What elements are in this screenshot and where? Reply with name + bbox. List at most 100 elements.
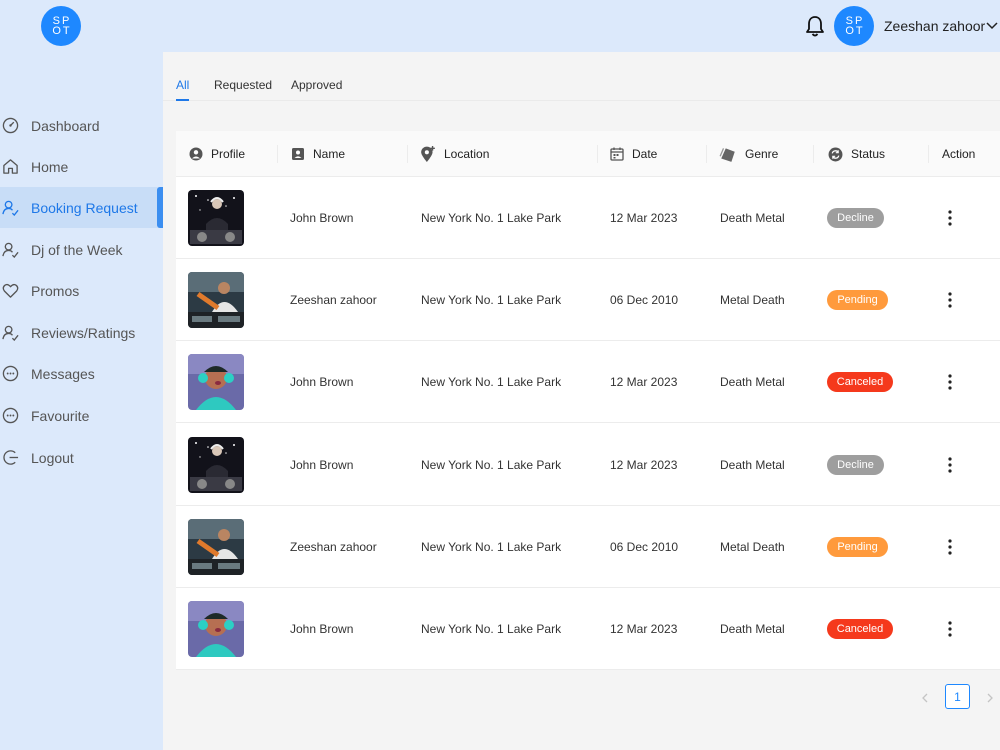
cell-date: 12 Mar 2023 [610, 457, 678, 472]
cell-name: Zeeshan zahoor [290, 293, 377, 308]
sidebar-item-promos[interactable]: Promos [0, 270, 163, 311]
status-badge: Pending [827, 536, 888, 557]
cell-location: New York No. 1 Lake Park [421, 293, 562, 308]
cell-name: John Brown [290, 375, 354, 390]
status-badge: Canceled [827, 372, 893, 393]
sidebar-item-messages[interactable]: Messages [0, 353, 163, 394]
sidebar-item-logout[interactable]: Logout [0, 437, 163, 478]
column-header-profile: Profile [189, 131, 245, 177]
cell-genre: Metal Death [720, 293, 785, 308]
top-header: SP OT SP OT Zeeshan zahoor [0, 0, 1000, 52]
profile-thumbnail[interactable] [188, 272, 244, 329]
table-row[interactable]: John Brown New York No. 1 Lake Park 12 Mar… [176, 177, 1000, 259]
cell-name: John Brown [290, 622, 354, 636]
avatar[interactable]: SP OT [834, 6, 874, 46]
bell-icon[interactable] [805, 15, 825, 37]
chevron-right-icon[interactable] [983, 691, 997, 705]
column-header-name: Name [291, 131, 345, 177]
users-icon [2, 325, 19, 341]
cell-location: New York No. 1 Lake Park [421, 375, 562, 390]
heart-icon [2, 283, 19, 298]
cell-location: New York No. 1 Lake Park [421, 622, 562, 636]
home-icon [3, 159, 18, 174]
tab-bar: All Requested Approved [163, 53, 1000, 101]
refresh-icon [828, 147, 843, 161]
sidebar-item-label: Home [31, 158, 69, 175]
app-logo[interactable]: SP OT [41, 6, 81, 46]
tab-approved[interactable]: Approved [291, 78, 342, 92]
sidebar-item-dj-of-the-week[interactable]: Dj of the Week [0, 229, 163, 270]
profile-thumbnail[interactable] [188, 601, 244, 657]
avatar-text-bottom: OT [845, 25, 865, 37]
column-header-location: Location [420, 131, 489, 177]
pagination-page-button[interactable]: 1 [945, 684, 970, 709]
more-options-icon[interactable] [940, 207, 960, 229]
table-row[interactable]: Zeeshan zahoor New York No. 1 Lake Park 06… [176, 506, 1000, 588]
sidebar-item-dashboard[interactable]: Dashboard [0, 105, 163, 146]
status-badge: Canceled [827, 619, 893, 639]
cell-location: New York No. 1 Lake Park [421, 539, 562, 554]
tab-requested[interactable]: Requested [214, 78, 272, 92]
profile-thumbnail[interactable] [188, 518, 244, 575]
more-options-icon[interactable] [940, 371, 960, 393]
tab-all[interactable]: All [176, 78, 189, 92]
profile-thumbnail[interactable] [188, 436, 244, 493]
more-options-icon[interactable] [940, 618, 960, 640]
status-badge: Pending [827, 290, 888, 311]
chat-icon [2, 407, 19, 424]
cell-genre: Metal Death [720, 539, 785, 554]
sidebar-item-home[interactable]: Home [0, 146, 163, 187]
table-row[interactable]: John Brown New York No. 1 Lake Park 12 Mar… [176, 424, 1000, 506]
column-divider [407, 145, 408, 163]
column-divider [813, 145, 814, 163]
sidebar-item-label: Reviews/Ratings [31, 324, 136, 341]
more-options-icon[interactable] [940, 536, 960, 558]
chat-icon [2, 365, 19, 382]
sidebar: Dashboard Home Booking Request Dj of the… [0, 52, 163, 750]
cell-location: New York No. 1 Lake Park [421, 211, 562, 225]
sidebar-item-booking-request[interactable]: Booking Request [0, 187, 163, 228]
sidebar-item-favourite[interactable]: Favourite [0, 395, 163, 436]
user-name[interactable]: Zeeshan zahoor [884, 18, 985, 34]
cell-name: Zeeshan zahoor [290, 539, 377, 554]
cell-date: 12 Mar 2023 [610, 211, 678, 225]
table-row[interactable]: Zeeshan zahoor New York No. 1 Lake Park 06… [176, 259, 1000, 342]
sidebar-item-label: Favourite [31, 407, 90, 424]
sidebar-item-label: Promos [31, 282, 80, 299]
cell-date: 06 Dec 2010 [610, 539, 679, 554]
cell-name: John Brown [290, 457, 354, 472]
sidebar-item-label: Logout [31, 449, 74, 466]
profile-thumbnail[interactable] [188, 354, 244, 411]
more-options-icon[interactable] [940, 289, 960, 311]
cell-genre: Death Metal [720, 457, 785, 472]
column-divider [928, 145, 929, 163]
cell-date: 06 Dec 2010 [610, 293, 679, 308]
users-icon [2, 242, 19, 258]
chevron-down-icon[interactable] [986, 22, 998, 30]
booking-table: Profile Name Location Date Genre Status [176, 131, 1000, 670]
cell-date: 12 Mar 2023 [610, 375, 678, 390]
dashboard-icon [2, 117, 19, 134]
status-badge: Decline [827, 208, 884, 228]
profile-icon [189, 147, 203, 161]
sidebar-item-label: Dashboard [31, 117, 100, 134]
cell-genre: Death Metal [720, 375, 785, 390]
column-header-status: Status [828, 131, 885, 177]
music-tag-icon [719, 148, 735, 162]
column-divider [597, 145, 598, 163]
chevron-left-icon[interactable] [918, 691, 932, 705]
status-badge: Decline [827, 454, 884, 475]
more-options-icon[interactable] [940, 454, 960, 476]
cell-location: New York No. 1 Lake Park [421, 457, 562, 472]
profile-thumbnail[interactable] [188, 190, 244, 246]
cell-date: 12 Mar 2023 [610, 622, 678, 636]
location-pin-icon [421, 146, 435, 162]
cell-genre: Death Metal [720, 622, 785, 636]
table-row[interactable]: John Brown New York No. 1 Lake Park 12 Mar… [176, 588, 1000, 670]
column-divider [277, 145, 278, 163]
sidebar-item-label: Booking Request [31, 199, 138, 216]
column-header-date: Date [610, 131, 657, 177]
table-row[interactable]: John Brown New York No. 1 Lake Park 12 Mar… [176, 341, 1000, 424]
table-header: Profile Name Location Date Genre Status [176, 131, 1000, 177]
sidebar-item-reviews-ratings[interactable]: Reviews/Ratings [0, 312, 163, 353]
